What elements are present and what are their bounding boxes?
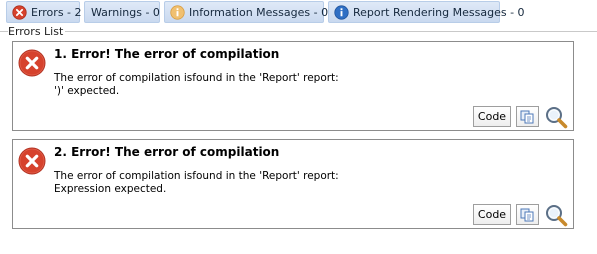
error-icon <box>18 147 46 175</box>
tab-report-rendering-messages[interactable]: Report Rendering Messages - 0 <box>328 1 525 23</box>
error-message: The error of compilation isfound in the … <box>54 72 339 84</box>
tab-errors-label: Errors - 2 <box>31 5 82 19</box>
error-card: 2. Error! The error of compilation The e… <box>12 139 574 229</box>
information-icon <box>170 4 185 20</box>
copy-icon <box>520 110 535 124</box>
magnifier-icon <box>544 105 568 129</box>
error-detail: ')' expected. <box>54 85 120 97</box>
group-divider <box>0 31 597 32</box>
copy-icon <box>520 208 535 222</box>
tab-warnings-label: Warnings - 0 <box>91 5 160 19</box>
copy-button[interactable] <box>516 204 539 225</box>
code-button[interactable]: Code <box>473 204 511 225</box>
tab-errors[interactable]: Errors - 2 <box>6 1 82 23</box>
tab-warnings[interactable]: Warnings - 0 <box>84 1 160 23</box>
tab-information-label: Information Messages - 0 <box>189 5 329 19</box>
error-icon <box>12 4 27 20</box>
tab-information-messages[interactable]: Information Messages - 0 <box>164 1 328 23</box>
error-icon <box>18 49 46 77</box>
error-detail: Expression expected. <box>54 183 167 195</box>
tab-report-rendering-label: Report Rendering Messages - 0 <box>353 5 525 19</box>
error-title: 2. Error! The error of compilation <box>54 145 280 159</box>
inspect-button[interactable] <box>543 104 569 130</box>
inspect-button[interactable] <box>543 202 569 228</box>
error-title: 1. Error! The error of compilation <box>54 47 280 61</box>
error-message: The error of compilation isfound in the … <box>54 170 339 182</box>
message-tabs: Errors - 2 Warnings - 0 Information Mess… <box>0 0 597 24</box>
copy-button[interactable] <box>516 106 539 127</box>
errors-list-title: Errors List <box>8 25 66 38</box>
info-icon <box>334 4 349 20</box>
error-card: 1. Error! The error of compilation The e… <box>12 41 574 131</box>
magnifier-icon <box>544 203 568 227</box>
code-button[interactable]: Code <box>473 106 511 127</box>
